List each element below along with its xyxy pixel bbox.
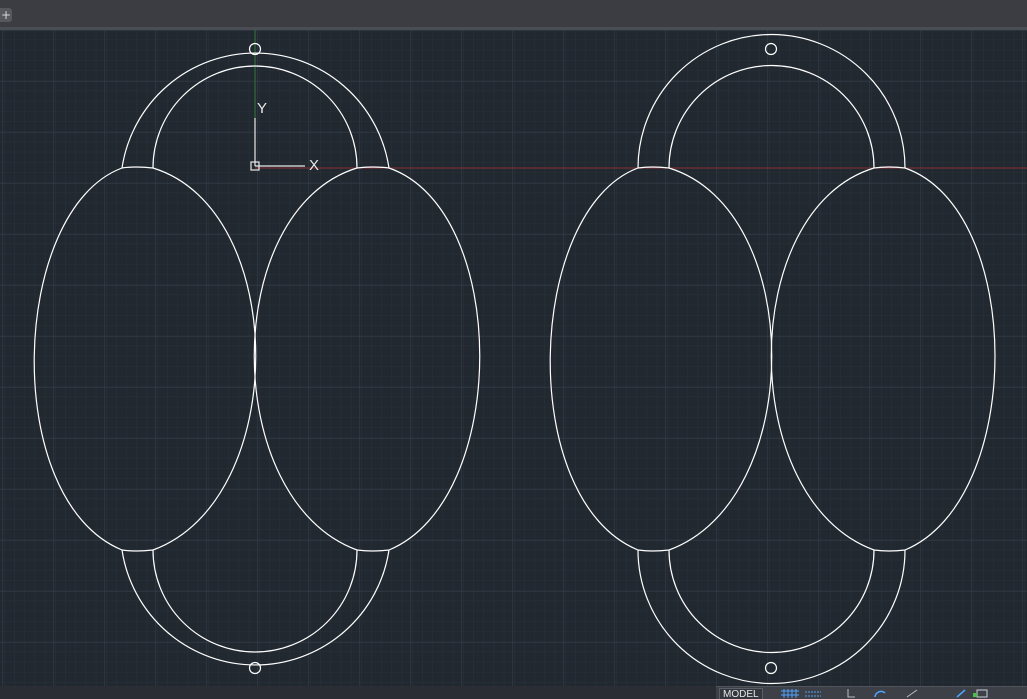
status-bar: MODEL xyxy=(0,686,1027,699)
grid xyxy=(0,30,1027,686)
ucs-y-label: Y xyxy=(257,100,267,117)
snap-icon[interactable] xyxy=(805,689,821,698)
ucs-x-label: X xyxy=(309,157,319,174)
grid-icon[interactable] xyxy=(781,689,799,698)
workspace-icon[interactable] xyxy=(973,689,991,698)
annotation-icon[interactable] xyxy=(955,689,967,698)
polar-icon[interactable] xyxy=(873,689,887,698)
file-tab-bar: + xyxy=(0,0,1027,28)
drawing-canvas[interactable]: Y X xyxy=(0,30,1027,686)
osnap-icon[interactable] xyxy=(905,689,919,698)
new-tab-button[interactable]: + xyxy=(0,8,12,22)
autocad-window: + Y X MODEL xyxy=(0,0,1027,699)
ortho-icon[interactable] xyxy=(846,689,856,698)
model-tab[interactable]: MODEL xyxy=(719,688,763,699)
